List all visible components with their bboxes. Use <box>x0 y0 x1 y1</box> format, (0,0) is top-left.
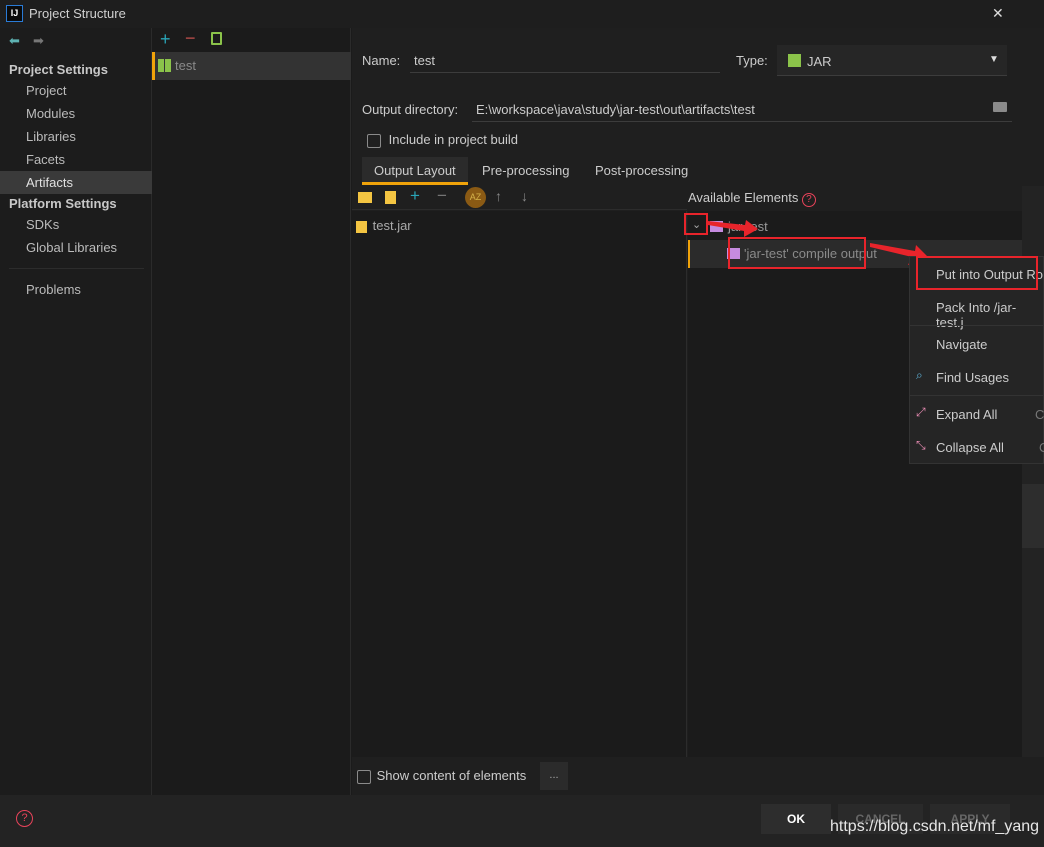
sidebar-item-problems[interactable]: Problems <box>0 278 152 301</box>
watermark: https://blog.csdn.net/mf_yang <box>830 818 1040 835</box>
jar-type-icon <box>788 54 801 67</box>
sidebar-item-modules[interactable]: Modules <box>0 102 152 125</box>
sidebar-item-artifacts[interactable]: Artifacts <box>0 171 152 194</box>
menu-separator <box>910 395 1044 396</box>
platform-settings-heading: Platform Settings <box>9 196 117 211</box>
artifact-list-panel: + − test <box>152 28 351 795</box>
include-in-build-checkbox[interactable]: Include in project build <box>367 132 518 148</box>
divider <box>9 268 144 269</box>
arrow-1 <box>708 220 758 237</box>
layout-tree: test.jar <box>352 211 687 757</box>
help-icon[interactable]: ? <box>801 193 816 207</box>
tab-post-processing[interactable]: Post-processing <box>583 157 700 185</box>
layout-toolbar: + − AZ ↑ ↓ <box>352 186 687 210</box>
collapse-shortcut: C <box>1039 440 1044 455</box>
move-down-icon[interactable]: ↓ <box>521 188 528 204</box>
window-title: Project Structure <box>29 6 126 21</box>
add-icon[interactable]: + <box>160 29 171 50</box>
help-icon[interactable]: ? <box>16 810 33 827</box>
tree-item[interactable]: test.jar <box>356 218 412 233</box>
new-archive-icon[interactable] <box>385 191 396 204</box>
dropdown-arrow-icon: ▼ <box>989 54 999 65</box>
output-dir-value: E:\workspace\java\study\jar-test\out\art… <box>476 102 755 117</box>
jar-icon <box>158 59 171 72</box>
tab-pre-processing[interactable]: Pre-processing <box>470 157 581 185</box>
add-copy-icon[interactable]: + <box>410 186 420 206</box>
remove-element-icon[interactable]: − <box>437 186 447 206</box>
output-dir-label: Output directory: <box>362 102 459 117</box>
remove-icon[interactable]: − <box>185 28 196 49</box>
forward-arrow-icon[interactable]: ➡ <box>33 33 44 49</box>
sidebar-item-facets[interactable]: Facets <box>0 148 152 171</box>
sidebar-item-sdks[interactable]: SDKs <box>0 213 152 236</box>
checkbox-icon <box>357 769 371 784</box>
type-label: Type: <box>736 53 768 68</box>
jar-file-icon <box>356 220 367 233</box>
include-label: Include in project build <box>388 132 518 147</box>
sidebar: ⬅ ➡ Project Settings Project Modules Lib… <box>0 28 152 795</box>
scrollbar-track[interactable] <box>1022 484 1044 548</box>
menu-collapse-all[interactable]: Collapse All <box>936 440 1004 455</box>
checkbox-icon <box>367 133 381 148</box>
project-settings-heading: Project Settings <box>9 62 108 77</box>
app-icon: IJ <box>6 5 23 22</box>
type-select[interactable]: JAR ▼ <box>777 45 1007 76</box>
name-input[interactable]: test <box>410 48 720 73</box>
menu-navigate[interactable]: Navigate <box>936 337 987 352</box>
expand-shortcut: Ct <box>1035 407 1044 422</box>
menu-separator <box>910 325 1044 326</box>
tree-item-label: test.jar <box>372 218 412 233</box>
title-bar: IJ Project Structure ✕ <box>0 0 1044 28</box>
output-dir-input[interactable]: E:\workspace\java\study\jar-test\out\art… <box>472 96 1012 122</box>
sort-az-icon[interactable]: AZ <box>465 187 486 208</box>
folder-browse-icon[interactable] <box>993 102 1007 112</box>
show-content-label: Show content of elements <box>376 768 527 783</box>
more-button[interactable]: ... <box>540 762 568 790</box>
artifact-name: test <box>175 58 196 73</box>
menu-expand-all[interactable]: Expand All <box>936 407 997 422</box>
move-up-icon[interactable]: ↑ <box>495 188 502 204</box>
sidebar-item-libraries[interactable]: Libraries <box>0 125 152 148</box>
sidebar-item-global-libraries[interactable]: Global Libraries <box>0 236 152 259</box>
collapse-icon: ⤡ <box>916 438 926 452</box>
type-value: JAR <box>807 54 832 69</box>
search-icon: ⌕ <box>916 368 923 382</box>
artifact-item[interactable]: test <box>152 52 351 80</box>
ok-button[interactable]: OK <box>761 804 831 834</box>
show-content-checkbox[interactable]: Show content of elements <box>357 768 526 784</box>
available-title-text: Available Elements <box>688 190 799 205</box>
available-elements-title: Available Elements ? <box>688 190 816 207</box>
copy-icon[interactable] <box>211 32 222 45</box>
new-directory-icon[interactable] <box>358 192 372 203</box>
name-value: test <box>414 53 435 68</box>
tab-output-layout[interactable]: Output Layout <box>362 157 468 185</box>
highlight-put-into-output <box>916 256 1038 290</box>
back-arrow-icon[interactable]: ⬅ <box>9 33 20 49</box>
expand-icon: ⤢ <box>916 405 926 419</box>
close-icon[interactable]: ✕ <box>992 5 1004 22</box>
menu-find-usages[interactable]: Find Usages <box>936 370 1009 385</box>
name-label: Name: <box>362 53 401 68</box>
sidebar-item-project[interactable]: Project <box>0 79 152 102</box>
annotation-arrows <box>708 220 932 265</box>
